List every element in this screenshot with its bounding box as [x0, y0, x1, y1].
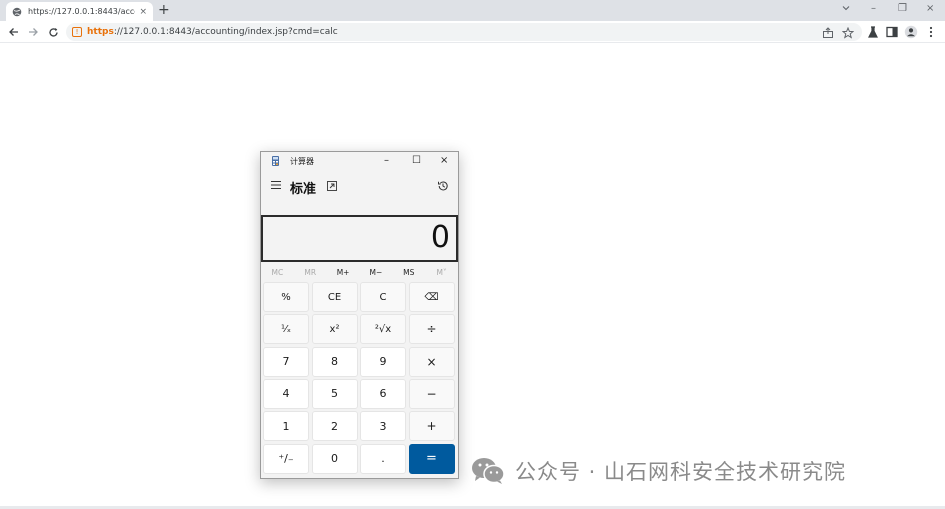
- digit-7-key[interactable]: 7: [263, 346, 309, 377]
- memory-button[interactable]: M+: [327, 268, 359, 277]
- digit-8-key[interactable]: 8: [311, 346, 358, 377]
- watermark-text: 公众号 · 山石网科安全技术研究院: [515, 460, 847, 484]
- tab-title: https://127.0.0.1:8443/accounting/index.…: [28, 7, 135, 16]
- calculator-maximize-button[interactable]: ☐: [412, 154, 421, 168]
- digit-6-key[interactable]: 6: [360, 378, 406, 409]
- not-secure-warning-icon[interactable]: !: [72, 27, 82, 37]
- digit-9-key[interactable]: 9: [360, 346, 406, 377]
- multiply-key[interactable]: ×: [408, 346, 455, 377]
- more-menu-icon[interactable]: [924, 25, 938, 39]
- percent-key[interactable]: %: [263, 282, 309, 312]
- negate-key[interactable]: ⁺/₋: [263, 443, 309, 474]
- lab-flask-icon[interactable]: [866, 25, 880, 39]
- calculator-window: 计算器 – ☐ × 标准 0 MC MR M+ M− MS M˅ % CE C ⌫ ¹⁄ₓ x² ²√…: [260, 151, 459, 479]
- calculator-header: 标准: [261, 174, 458, 198]
- digit-1-key[interactable]: 1: [263, 411, 309, 442]
- equals-key[interactable]: =: [408, 443, 455, 474]
- bookmark-star-icon[interactable]: [842, 27, 854, 39]
- memory-button[interactable]: MC: [261, 268, 293, 277]
- digit-2-key[interactable]: 2: [311, 411, 358, 442]
- clear-entry-key[interactable]: CE: [311, 282, 358, 312]
- divide-key[interactable]: ÷: [408, 314, 455, 345]
- url-scheme: https: [87, 27, 114, 37]
- share-icon[interactable]: [822, 27, 834, 39]
- calculator-display: 0: [261, 215, 458, 262]
- wechat-logo-icon: [472, 458, 505, 484]
- calculator-close-button[interactable]: ×: [440, 154, 448, 168]
- browser-restore-button[interactable]: ❐: [898, 2, 907, 16]
- memory-button[interactable]: M˅: [426, 268, 458, 277]
- globe-icon: [12, 7, 22, 16]
- profile-avatar-icon[interactable]: [904, 25, 918, 39]
- clear-key[interactable]: C: [360, 282, 406, 312]
- hamburger-menu-icon[interactable]: [271, 181, 281, 189]
- calculator-app-icon: [272, 156, 279, 166]
- side-panel-icon[interactable]: [885, 25, 899, 39]
- address-bar[interactable]: ! https://127.0.0.1:8443/accounting/inde…: [66, 23, 862, 41]
- browser-close-button[interactable]: ×: [926, 2, 934, 16]
- arrow-left-icon: [8, 28, 18, 36]
- browser-toolbar: ! https://127.0.0.1:8443/accounting/inde…: [0, 21, 945, 43]
- digit-4-key[interactable]: 4: [263, 378, 309, 409]
- forward-button[interactable]: [25, 24, 41, 40]
- digit-5-key[interactable]: 5: [311, 378, 358, 409]
- square-root-key[interactable]: ²√x: [360, 314, 406, 345]
- watermark: 公众号 · 山石网科安全技术研究院: [471, 456, 846, 486]
- square-key[interactable]: x²: [311, 314, 358, 345]
- backspace-key[interactable]: ⌫: [408, 282, 455, 312]
- calculator-minimize-button[interactable]: –: [384, 154, 389, 168]
- display-value: 0: [430, 220, 450, 255]
- reciprocal-key[interactable]: ¹⁄ₓ: [263, 314, 309, 345]
- new-tab-button[interactable]: +: [158, 2, 170, 18]
- browser-tab[interactable]: https://127.0.0.1:8443/accounting/index.…: [6, 2, 153, 21]
- calculator-titlebar[interactable]: 计算器 – ☐ ×: [261, 152, 458, 170]
- memory-button[interactable]: MR: [294, 268, 326, 277]
- tab-strip: https://127.0.0.1:8443/accounting/index.…: [0, 0, 945, 21]
- arrow-right-icon: [28, 28, 38, 36]
- memory-row: MC MR M+ M− MS M˅: [261, 264, 458, 282]
- memory-button[interactable]: MS: [393, 268, 425, 277]
- keep-on-top-icon[interactable]: [327, 181, 337, 191]
- tab-search-icon[interactable]: [842, 5, 850, 11]
- digit-3-key[interactable]: 3: [360, 411, 406, 442]
- reload-icon: [48, 27, 58, 37]
- browser-minimize-button[interactable]: –: [871, 2, 876, 16]
- digit-0-key[interactable]: 0: [311, 443, 358, 474]
- decimal-key[interactable]: .: [360, 443, 406, 474]
- memory-button[interactable]: M−: [360, 268, 392, 277]
- history-icon[interactable]: [437, 180, 449, 192]
- tab-close-icon[interactable]: ×: [139, 7, 147, 17]
- mode-title: 标准: [290, 182, 317, 197]
- subtract-key[interactable]: −: [408, 378, 455, 409]
- back-button[interactable]: [5, 24, 21, 40]
- url-text: https://127.0.0.1:8443/accounting/index.…: [87, 27, 338, 37]
- url-path: ://127.0.0.1:8443/accounting/index.jsp?c…: [113, 27, 338, 37]
- add-key[interactable]: +: [408, 411, 455, 442]
- calculator-app-title: 计算器: [290, 157, 314, 166]
- reload-button[interactable]: [45, 24, 61, 40]
